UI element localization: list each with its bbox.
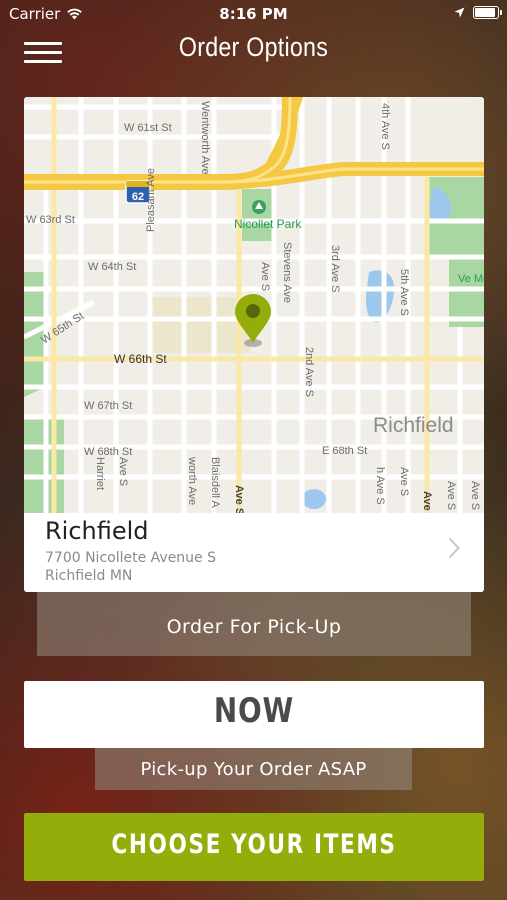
status-bar: Carrier 8:16 PM [0,0,507,28]
map-label-w63: W 63rd St [26,214,75,226]
location-card: 62 W 61st St Wentworth Ave W 63rd St Nic… [24,97,484,592]
status-time: 8:16 PM [219,5,288,23]
choose-items-label: CHOOSE YOUR ITEMS [111,829,397,860]
store-name: Richfield [45,517,149,545]
map-label-ave-s-left: Ave S [117,457,129,486]
map-label-memorial: Ve Mem [458,273,484,285]
map-label-4th-ave: 4th Ave S [379,103,391,150]
map-label-w66: W 66th St [114,352,167,366]
nav-bar: Order Options [0,28,507,72]
order-time-now-button[interactable]: NOW [24,681,484,748]
map-label-2nd-ave: 2nd Ave S [303,347,315,397]
map-label-stevens: Stevens Ave [281,242,293,303]
choose-items-button[interactable]: CHOOSE YOUR ITEMS [24,813,484,881]
map-label-ave-s-top: Ave S [259,262,271,291]
map-label-wentworth-ave: Wentworth Ave [199,101,211,175]
map[interactable]: 62 W 61st St Wentworth Ave W 63rd St Nic… [24,97,484,513]
map-label-ave-s-right: Ave S [398,467,410,496]
map-label-e68: E 68th St [322,445,367,457]
park-icon [252,200,266,214]
map-label-ave-s-bold: Ave S [233,485,245,513]
location-arrow-icon [454,7,465,18]
map-label-blaisdell: Blaisdell A [209,457,221,508]
store-address-line1: 7700 Nicollete Avenue S [45,550,217,566]
map-label-h-ave-s: h Ave S [374,467,386,505]
map-label-nicollet-park: Nicollet Park [234,217,302,231]
order-time-subtitle: Pick-up Your Order ASAP [95,748,412,790]
map-label-5th-ave: 5th Ave S [398,269,410,316]
svg-text:62: 62 [132,191,144,203]
map-label-ave-s-far2: Ave S [469,481,481,510]
store-address-line2: Richfield MN [45,568,133,584]
store-address: 7700 Nicollete Avenue S Richfield MN [45,549,216,585]
chevron-right-icon [448,537,460,559]
page-title: Order Options [178,32,329,62]
map-label-richfield: Richfield [373,414,454,437]
order-pickup-button[interactable]: Order For Pick-Up [37,592,471,656]
map-label-pleasant: Pleasant Ave [145,168,157,232]
order-time-label: NOW [213,691,295,731]
map-label-w61: W 61st St [124,122,172,134]
nicollet-park-area [242,189,276,241]
lake-bottom [302,489,326,509]
store-location-row[interactable]: Richfield 7700 Nicollete Avenue S Richfi… [24,513,484,592]
map-label-w67: W 67th St [84,400,132,412]
map-label-w64: W 64th St [88,261,136,273]
battery-icon [473,6,502,19]
map-label-wentworth-bottom: worth Ave [186,456,198,505]
map-label-ave-bold: Ave [421,491,433,511]
block-highlight [150,297,250,353]
map-label-3rd-ave: 3rd Ave S [329,245,341,293]
map-label-ave-s-far: Ave S [445,481,457,510]
map-label-harriet: Harriet [94,457,106,490]
